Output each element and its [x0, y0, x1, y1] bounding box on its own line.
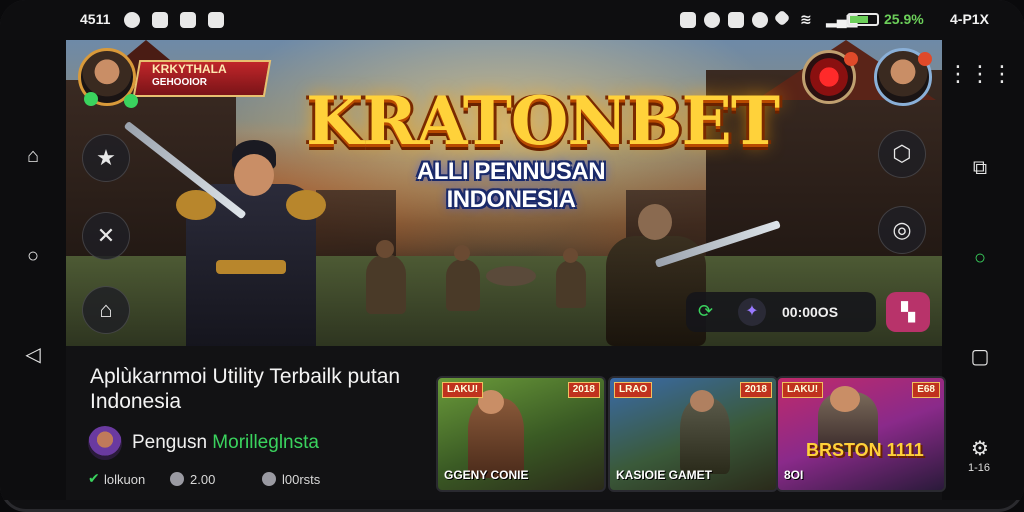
online-dot-icon: [84, 92, 98, 106]
right-navigation: ⋮⋮⋮ ⧉ ○ ▢ ⚙ 1-16: [942, 40, 1024, 500]
bluetooth-icon: [728, 12, 744, 28]
game-banner[interactable]: KRATONBET ALLI PENNUSAN INDONESIA KRKYTH…: [66, 40, 942, 346]
screenshot-card-2[interactable]: LRAO 2018 KASIOIE GAMET: [608, 376, 778, 492]
card-badge-right: E68: [912, 382, 940, 398]
status-right-label: 4-P1X: [950, 11, 989, 27]
status-bar: 4511 ≋ ▂▄▆ 25.9% 4-P1X: [0, 0, 1024, 40]
inventory-icon[interactable]: ⬡: [878, 130, 926, 178]
meta-rating: 2.00: [190, 472, 216, 487]
player-subtitle: GEHOOIOR: [152, 77, 208, 88]
card-label: KASIOIE GAMET: [616, 468, 713, 482]
layers-icon: ▚: [901, 301, 915, 322]
circle-icon[interactable]: ○: [968, 246, 992, 270]
circle-icon[interactable]: ○: [21, 244, 45, 268]
back-icon[interactable]: ◁: [21, 342, 45, 366]
screenshot-card-3[interactable]: LAKU! E68 BRSTON 1111 8OI: [776, 376, 946, 492]
rating-icon: [170, 472, 184, 486]
meta-category: lolkuon: [104, 472, 146, 487]
gallery-icon: [180, 12, 196, 28]
banner-subtitle: ALLI PENNUSAN INDONESIA: [416, 158, 606, 213]
card-label: GGENY CONIE: [444, 468, 529, 482]
notification-icon: [124, 12, 140, 28]
shield-icon: [704, 12, 720, 28]
check-icon: ✔: [88, 470, 100, 486]
banner-title: KRATONBET: [306, 82, 780, 160]
left-navigation: ⌂ ○ ◁: [0, 40, 66, 500]
card-big-title: BRSTON 1111: [806, 440, 924, 460]
share-icon[interactable]: ⧉: [968, 156, 992, 180]
star-icon[interactable]: ★: [82, 134, 130, 182]
screenshot-card-1[interactable]: LAKU! 2018 GGENY CONIE: [436, 376, 606, 492]
app-title: Aplùkarnmoi Utility Terbailk putan Indon…: [90, 365, 401, 413]
badge-icon: [844, 52, 858, 66]
image-icon: [208, 12, 224, 28]
player-name: KRKYTHALA: [152, 62, 227, 76]
hud-bar: ⟳ ✦ 00:00OS: [686, 292, 876, 332]
grid-menu-icon[interactable]: ⋮⋮⋮: [947, 61, 1013, 86]
developer-name: Morilleglnsta: [212, 432, 319, 453]
notification-badge-icon: [918, 52, 932, 66]
menu-button[interactable]: ▚: [886, 292, 930, 332]
developer-avatar[interactable]: [88, 426, 122, 460]
card-badge-left: LRAO: [614, 382, 653, 398]
phone-frame: 4511 ≋ ▂▄▆ 25.9% 4-P1X ⌂ ○ ◁ ⋮⋮⋮ ⧉ ○ ▢ ⚙…: [0, 0, 1024, 512]
settings-label: 1-16: [968, 462, 991, 474]
card-badge-left: LAKU!: [782, 382, 824, 398]
square-icon[interactable]: ▢: [968, 344, 992, 368]
meta-downloads: l00rsts: [282, 472, 321, 487]
battery-percent: 25.9%: [884, 11, 924, 27]
weapon-icon[interactable]: ✕: [82, 212, 130, 260]
shop-icon[interactable]: ⌂: [82, 286, 130, 334]
hud-timer: 00:00OS: [782, 304, 839, 320]
developer-prefix: Pengusn: [132, 432, 213, 453]
target-icon[interactable]: ◎: [878, 206, 926, 254]
settings-icon[interactable]: ⚙: [968, 436, 992, 460]
card-badge-left: LAKU!: [442, 382, 484, 398]
gem-icon[interactable]: ✦: [738, 298, 766, 326]
alarm-icon: [752, 12, 768, 28]
nfc-icon: [680, 12, 696, 28]
battery-icon: [847, 13, 879, 26]
card-badge-right: 2018: [739, 382, 772, 398]
card-label: 8OI: [784, 468, 804, 482]
refresh-icon[interactable]: ⟳: [698, 301, 713, 322]
card-badge-right: 2018: [567, 382, 600, 398]
message-icon: [152, 12, 168, 28]
developer-line[interactable]: Pengusn Morilleglnsta: [132, 432, 319, 454]
status-dot-icon: [124, 94, 138, 108]
download-icon: [262, 472, 276, 486]
wifi-icon: ≋: [800, 11, 812, 27]
app-info-panel: Aplùkarnmoi Utility Terbailk putan Indon…: [66, 346, 946, 500]
fountain: [486, 266, 536, 286]
signal-icon: [773, 9, 791, 27]
status-time: 4511: [80, 11, 111, 27]
home-icon[interactable]: ⌂: [21, 144, 45, 168]
